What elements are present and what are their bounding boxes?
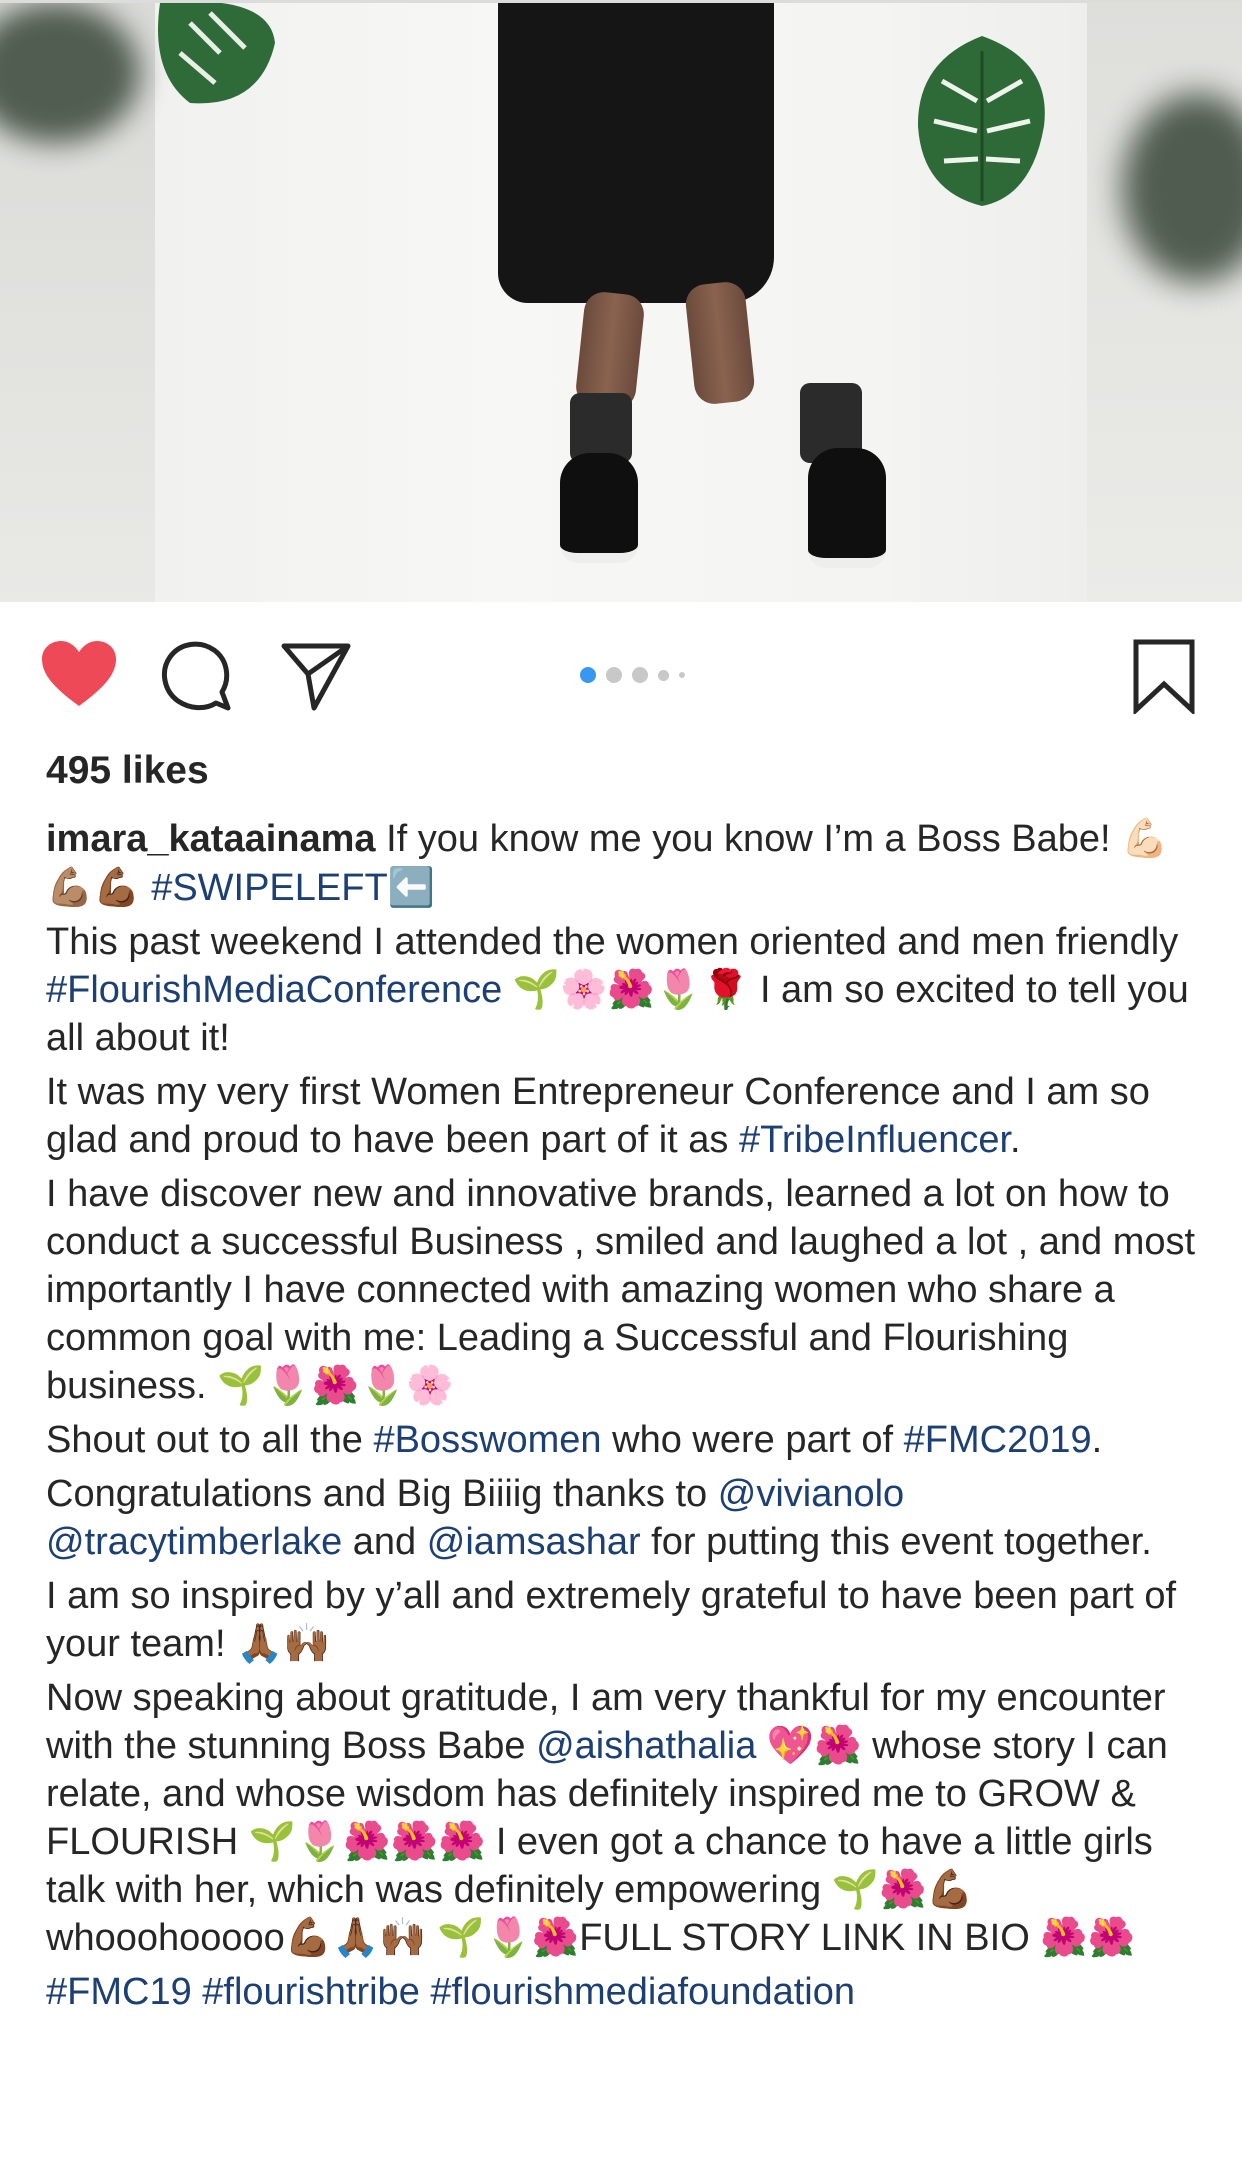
caption-paragraph: It was my very first Women Entrepreneur … [46, 1068, 1206, 1164]
caption-paragraph: This past weekend I attended the women o… [46, 918, 1206, 1062]
caption-paragraph: Shout out to all the #Bosswomen who were… [46, 1416, 1206, 1464]
hashtag-link[interactable]: #SWIPELEFT [151, 867, 388, 909]
hashtag-link[interactable]: #FMC19 #flourishtribe #flourishmediafoun… [46, 1971, 855, 2013]
caption-text: I have discover new and innovative brand… [46, 1173, 1196, 1407]
caption-paragraph: imara_kataainama If you know me you know… [46, 815, 1206, 912]
caption-text: and [342, 1521, 427, 1563]
caption-paragraph: Congratulations and Big Biiiig thanks to… [46, 1470, 1206, 1566]
caption-text: who were part of [601, 1419, 904, 1461]
username-link[interactable]: imara_kataainama [46, 818, 376, 860]
carousel-dot-active [580, 667, 596, 683]
mention-link[interactable]: @iamsashar [427, 1521, 641, 1563]
caption-text: Congratulations and Big Biiiig thanks to [46, 1473, 718, 1515]
photo-right-panel [1087, 3, 1242, 602]
mention-link[interactable]: @aishathalia [536, 1725, 756, 1767]
caption-text: This past weekend I attended the women o… [46, 921, 1179, 963]
left-sneaker [560, 453, 638, 563]
comment-bubble-icon[interactable] [160, 640, 232, 712]
caption-paragraph: I am so inspired by y’all and extremely … [46, 1572, 1206, 1668]
monstera-leaf-top-left [158, 3, 275, 104]
black-skirt [498, 3, 774, 303]
right-sneaker [808, 448, 886, 568]
mention-link[interactable]: @tracytimberlake [46, 1521, 342, 1563]
carousel-dot [606, 667, 622, 683]
carousel-indicator [580, 665, 685, 685]
caption-text: Shout out to all the [46, 1419, 374, 1461]
carousel-dot-tiny [679, 672, 685, 678]
carousel-dot-small [658, 669, 669, 681]
caption-paragraph: Now speaking about gratitude, I am very … [46, 1674, 1206, 1962]
hashtag-link[interactable]: #FMC2019 [904, 1419, 1092, 1461]
right-leg [683, 280, 757, 406]
mention-link[interactable]: @vivianolo [718, 1473, 904, 1515]
arrow-left-emoji: ⬅️ [387, 865, 436, 909]
likes-count[interactable]: 495 likes [46, 742, 209, 800]
caption-paragraph: I have discover new and innovative brand… [46, 1170, 1206, 1410]
caption-text: . [1091, 1419, 1103, 1461]
post-photo[interactable] [0, 0, 1242, 602]
caption-text: I am so inspired by y’all and extremely … [46, 1575, 1177, 1665]
caption-text: . [1010, 1119, 1021, 1161]
caption-text: for putting this event together. [640, 1521, 1152, 1563]
monstera-leaf-top-right [917, 36, 1045, 206]
caption-paragraph: #FMC19 #flourishtribe #flourishmediafoun… [46, 1968, 1206, 2016]
hashtag-link[interactable]: #Bosswomen [373, 1419, 601, 1461]
post-caption: imara_kataainama If you know me you know… [46, 815, 1206, 2022]
hashtag-link[interactable]: #FlourishMediaConference [46, 969, 502, 1011]
paper-plane-icon[interactable] [280, 640, 352, 712]
heart-filled-icon[interactable] [40, 640, 118, 710]
hashtag-link[interactable]: #TribeInfluencer [739, 1119, 1010, 1161]
carousel-dot [632, 667, 648, 683]
bookmark-icon[interactable] [1132, 638, 1196, 714]
